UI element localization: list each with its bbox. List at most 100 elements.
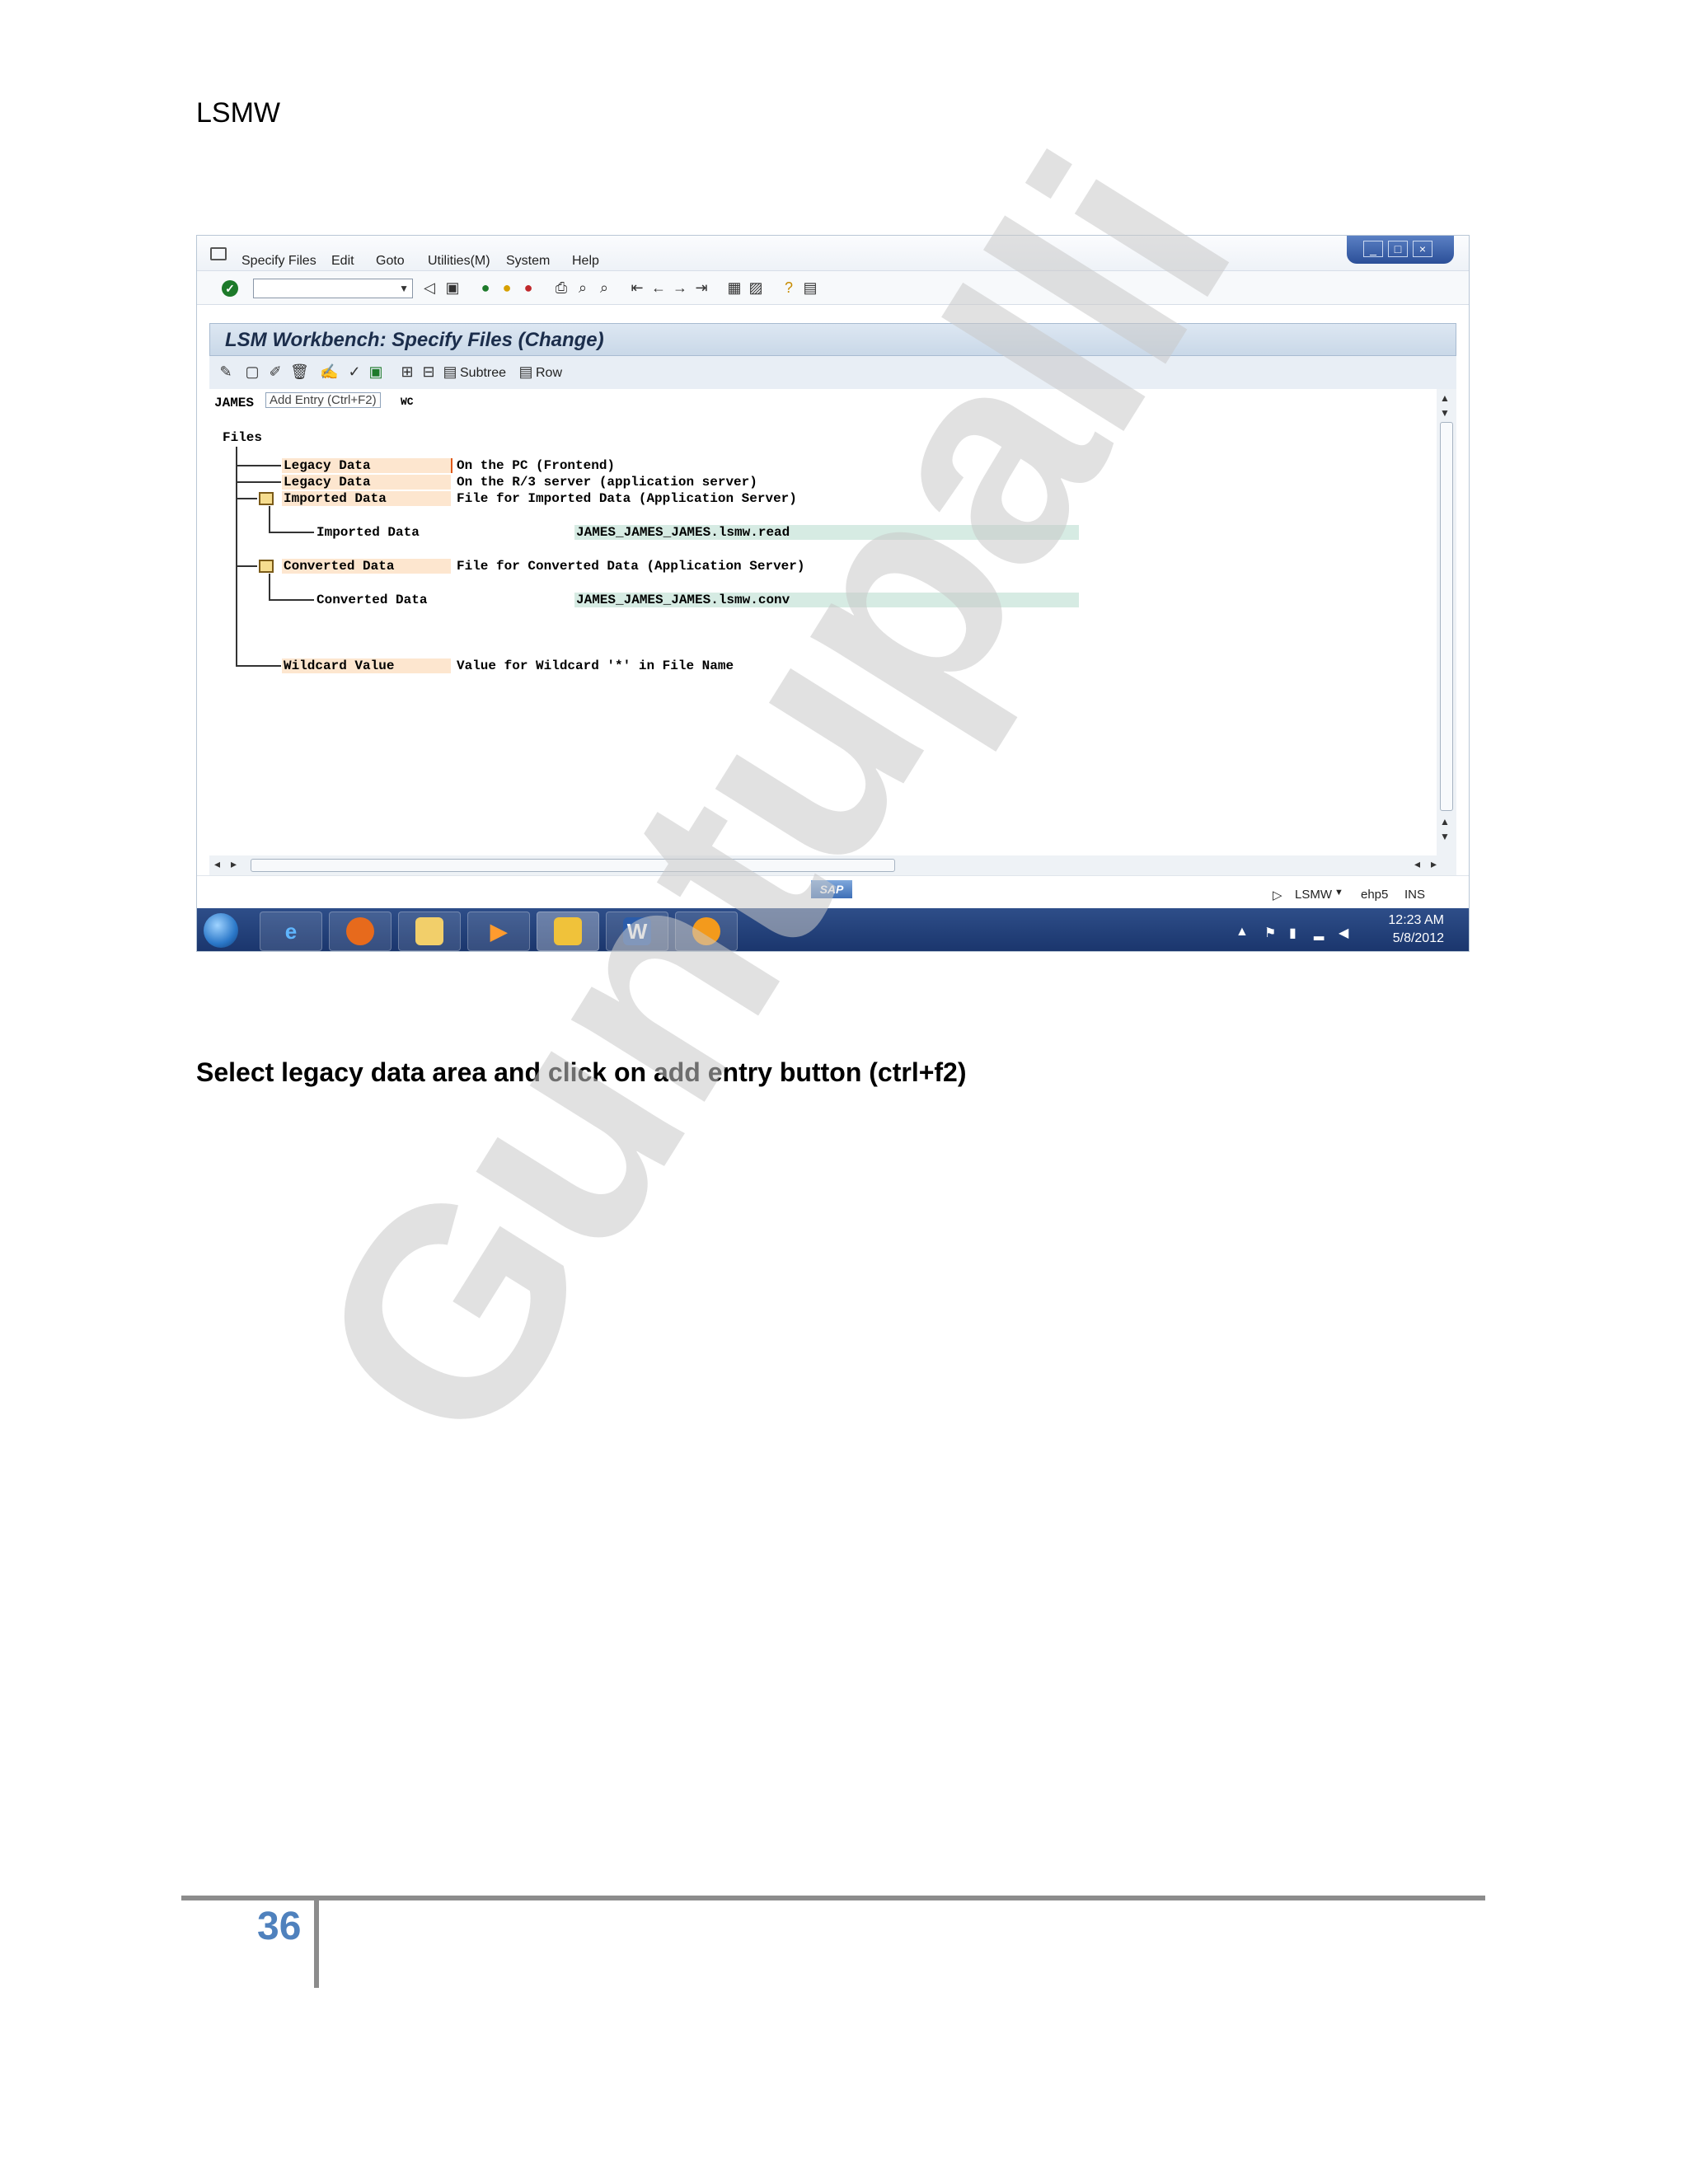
status-insert-mode: INS bbox=[1404, 888, 1426, 902]
tray-expand-icon[interactable]: ▲ bbox=[1236, 925, 1249, 940]
next-page-icon[interactable]: → bbox=[672, 279, 688, 296]
status-system: ehp5 bbox=[1361, 888, 1389, 902]
scroll-down-icon[interactable]: ▼ bbox=[1440, 407, 1450, 419]
back-arrow-icon[interactable]: ◁ bbox=[421, 279, 438, 296]
scroll-down-icon[interactable]: ▼ bbox=[1440, 831, 1450, 842]
save-icon[interactable]: ▣ bbox=[444, 279, 461, 296]
legacy-data-server-node[interactable]: Legacy Data bbox=[284, 475, 371, 490]
scroll-left-icon[interactable]: ◂ bbox=[1414, 857, 1420, 871]
menu-bar: Specify Files Edit Goto Utilities(M) Sys… bbox=[197, 236, 1469, 270]
converted-data-node[interactable]: Converted Data bbox=[284, 559, 394, 574]
imported-data-node[interactable]: Imported Data bbox=[284, 491, 387, 506]
folder-open-icon[interactable] bbox=[259, 560, 274, 573]
volume-icon[interactable]: ◀ bbox=[1339, 925, 1348, 941]
scroll-up-icon[interactable]: ▲ bbox=[1440, 392, 1450, 404]
folder-icon bbox=[415, 917, 443, 945]
change-entry-icon[interactable]: ✐ bbox=[267, 363, 284, 380]
folder-open-icon[interactable] bbox=[259, 492, 274, 505]
menu-edit[interactable]: Edit bbox=[331, 254, 354, 269]
clock-time[interactable]: 12:23 AM bbox=[1388, 913, 1444, 928]
vertical-scroll-thumb[interactable] bbox=[1440, 422, 1453, 811]
last-page-icon[interactable]: ⇥ bbox=[693, 279, 710, 296]
import-icon[interactable]: ▣ bbox=[368, 363, 384, 380]
status-transaction[interactable]: LSMW bbox=[1295, 888, 1332, 902]
display-change-icon[interactable]: ✎ bbox=[218, 363, 234, 380]
status-expand-icon[interactable]: ▷ bbox=[1273, 888, 1282, 902]
tree-branch-line bbox=[236, 565, 257, 567]
converted-data-file-label: Converted Data bbox=[316, 593, 428, 607]
row-icon[interactable]: ▤ bbox=[518, 363, 534, 380]
menu-utilities[interactable]: Utilities(M) bbox=[428, 254, 490, 269]
page-header: LSMW bbox=[196, 97, 280, 129]
cancel-icon[interactable]: ● bbox=[520, 279, 537, 296]
tree-child-line bbox=[269, 574, 270, 600]
new-session-icon[interactable]: ▦ bbox=[726, 279, 743, 296]
previous-page-icon[interactable]: ← bbox=[650, 279, 667, 296]
exit-icon[interactable]: ● bbox=[499, 279, 515, 296]
vertical-scrollbar[interactable]: ▲ ▼ ▲ ▼ bbox=[1437, 389, 1456, 875]
tree-branch-line bbox=[236, 498, 257, 499]
chevron-down-icon[interactable]: ▼ bbox=[1334, 888, 1343, 898]
files-heading: Files bbox=[223, 430, 263, 445]
row-button[interactable]: Row bbox=[536, 366, 562, 381]
menu-help[interactable]: Help bbox=[572, 254, 599, 269]
subtree-icon[interactable]: ▤ bbox=[442, 363, 458, 380]
collapse-icon[interactable]: ⊟ bbox=[420, 363, 437, 380]
close-icon[interactable]: × bbox=[1413, 241, 1432, 257]
menu-specify-files[interactable]: Specify Files bbox=[241, 254, 316, 269]
subtree-button[interactable]: Subtree bbox=[460, 366, 506, 381]
layout-menu-icon[interactable]: ▤ bbox=[802, 279, 818, 296]
minimize-icon[interactable]: _ bbox=[1363, 241, 1383, 257]
project-name: JAMES bbox=[214, 396, 255, 410]
scroll-right-icon[interactable]: ▸ bbox=[1431, 857, 1437, 871]
shortcut-icon[interactable]: ▨ bbox=[748, 279, 764, 296]
page-number: 36 bbox=[257, 1905, 302, 1948]
clock-date[interactable]: 5/8/2012 bbox=[1393, 931, 1444, 946]
find-icon[interactable]: ⌕ bbox=[574, 279, 591, 296]
taskbar-internet-explorer[interactable]: e bbox=[260, 912, 322, 951]
add-entry-tooltip: Add Entry (Ctrl+F2) bbox=[265, 392, 381, 408]
legacy-data-pc-node[interactable]: Legacy Data bbox=[284, 458, 371, 473]
internet-explorer-icon: e bbox=[284, 919, 298, 944]
window-controls: _ □ × bbox=[1347, 236, 1454, 264]
power-icon[interactable]: ▮ bbox=[1289, 925, 1296, 941]
taskbar-explorer[interactable] bbox=[398, 912, 461, 951]
window-menu-icon[interactable] bbox=[210, 247, 227, 260]
first-page-icon[interactable]: ⇤ bbox=[629, 279, 645, 296]
wildcard-value-node[interactable]: Wildcard Value bbox=[284, 658, 394, 673]
tree-branch-line bbox=[236, 665, 281, 667]
imported-data-desc: File for Imported Data (Application Serv… bbox=[457, 491, 797, 506]
taskbar-firefox[interactable] bbox=[329, 912, 392, 951]
edit-icon[interactable]: ✍ bbox=[320, 363, 338, 380]
find-next-icon[interactable]: ⌕ bbox=[596, 279, 612, 296]
add-entry-icon[interactable]: ▢ bbox=[244, 363, 260, 380]
scroll-right-icon[interactable]: ▸ bbox=[231, 857, 237, 871]
command-field[interactable]: ▼ bbox=[253, 279, 413, 298]
scroll-left-icon[interactable]: ◂ bbox=[214, 857, 220, 871]
menu-system[interactable]: System bbox=[506, 254, 550, 269]
tree-trunk-line bbox=[236, 447, 237, 666]
tree-branch-line bbox=[236, 465, 281, 466]
help-icon[interactable]: ? bbox=[781, 279, 797, 296]
object-name: WC bbox=[401, 396, 414, 408]
check-icon[interactable]: ✓ bbox=[346, 363, 363, 380]
screen-title: LSM Workbench: Specify Files (Change) bbox=[225, 329, 604, 351]
legacy-data-pc-desc: On the PC (Frontend) bbox=[457, 458, 616, 473]
tree-branch-line bbox=[236, 481, 281, 483]
footer-divider bbox=[314, 1896, 319, 1988]
enter-icon[interactable]: ✓ bbox=[222, 280, 238, 297]
expand-icon[interactable]: ⊞ bbox=[399, 363, 415, 380]
start-button-icon[interactable] bbox=[204, 913, 238, 948]
print-icon[interactable]: ⎙ bbox=[553, 279, 570, 296]
network-icon[interactable]: ▂ bbox=[1314, 925, 1324, 941]
screen-title-bar: LSM Workbench: Specify Files (Change) bbox=[209, 323, 1456, 356]
action-center-icon[interactable]: ⚑ bbox=[1264, 925, 1276, 941]
scroll-up-icon[interactable]: ▲ bbox=[1440, 816, 1450, 827]
delete-entry-icon[interactable]: 🗑 bbox=[290, 363, 309, 380]
footer-rule bbox=[181, 1896, 1485, 1900]
chevron-down-icon[interactable]: ▼ bbox=[399, 283, 409, 294]
menu-goto[interactable]: Goto bbox=[376, 254, 405, 269]
maximize-icon[interactable]: □ bbox=[1388, 241, 1408, 257]
imported-data-file-label: Imported Data bbox=[316, 525, 420, 540]
back-icon[interactable]: ● bbox=[477, 279, 494, 296]
